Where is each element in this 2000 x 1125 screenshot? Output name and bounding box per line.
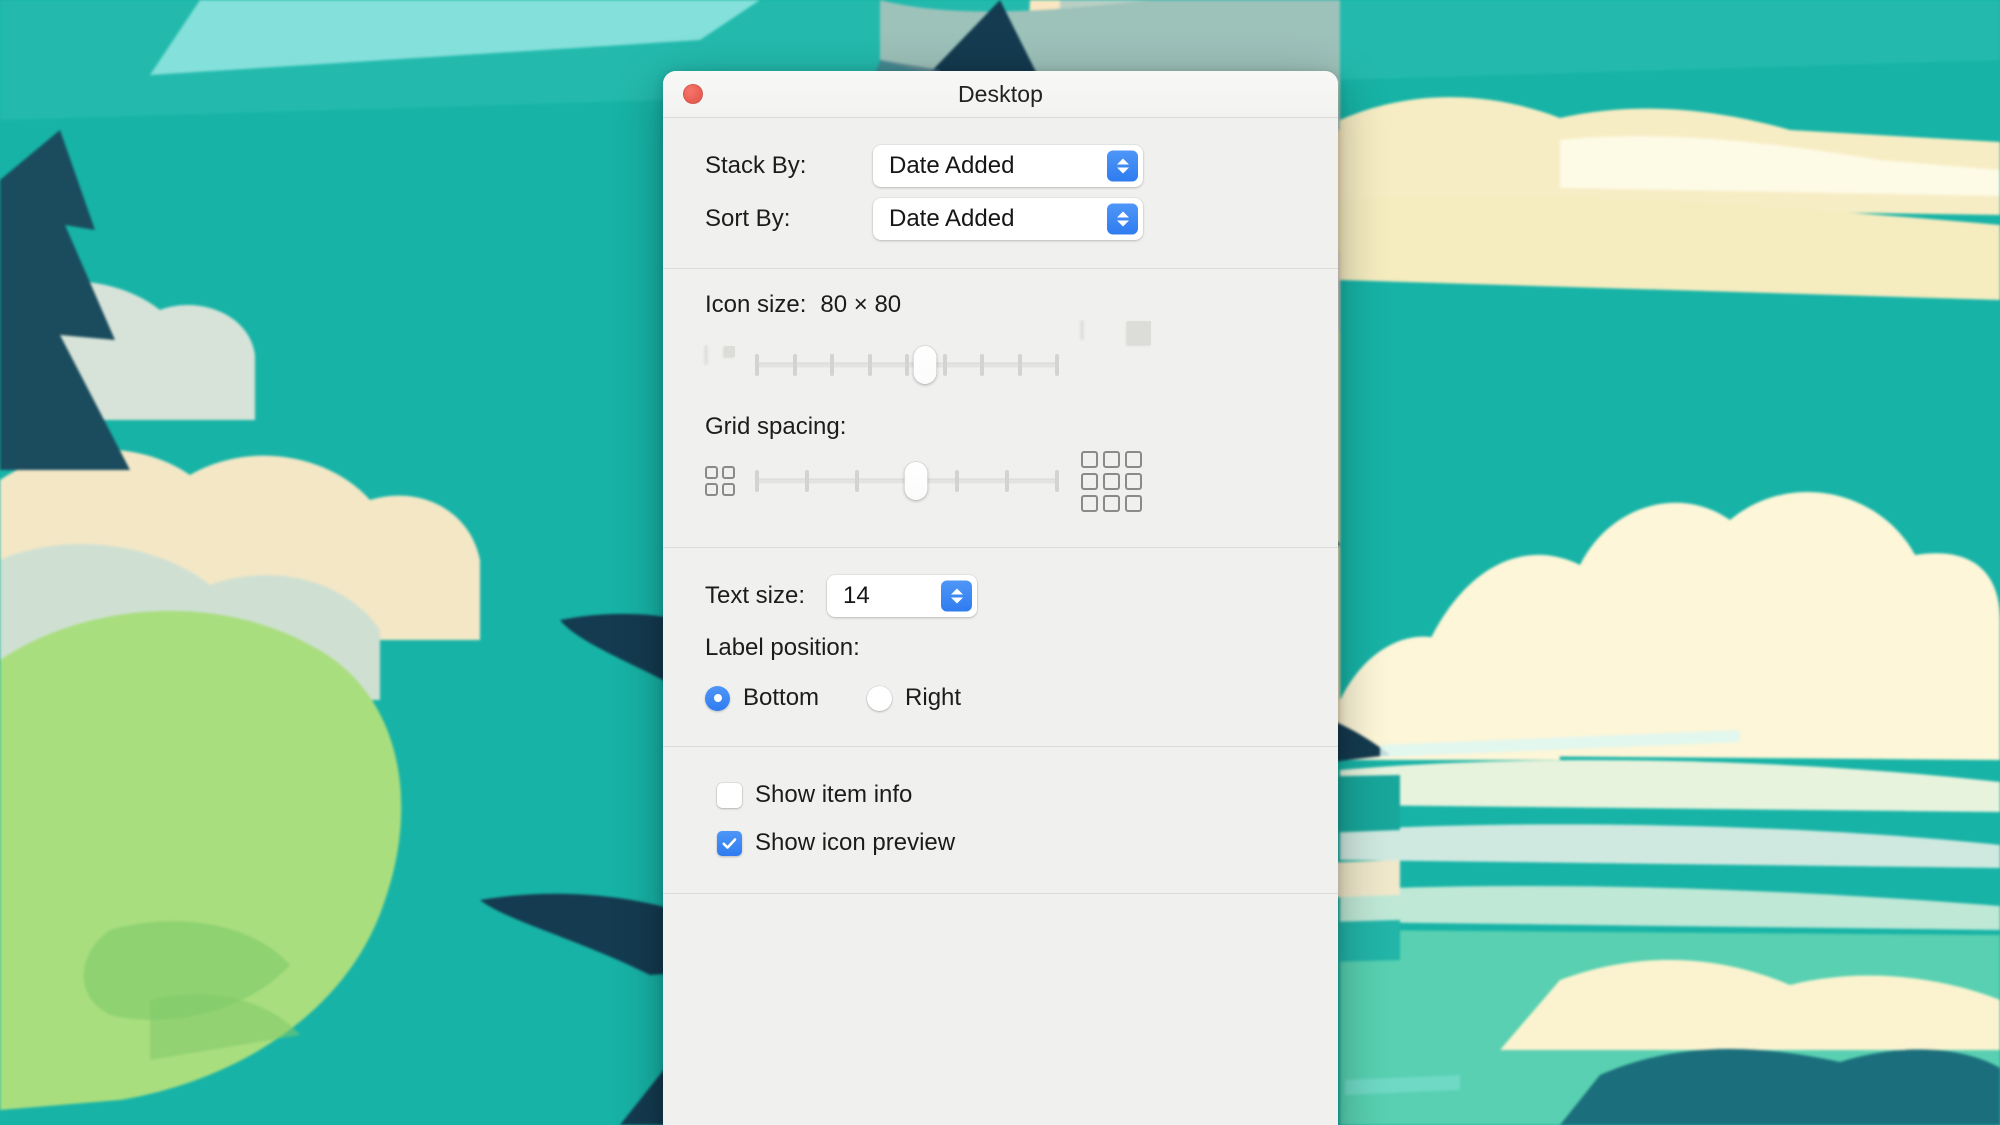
document-fold — [1127, 321, 1151, 345]
chevron-down-icon — [1116, 220, 1129, 227]
text-size-value: 14 — [843, 582, 870, 609]
window-titlebar: Desktop — [663, 71, 1338, 118]
chevron-updown-icon[interactable] — [941, 580, 973, 612]
slider-tick — [1055, 470, 1059, 492]
checkbox-show-icon-preview[interactable] — [717, 830, 742, 856]
slider-tick — [805, 470, 809, 492]
text-size-label: Text size: — [705, 582, 806, 609]
text-size-select[interactable]: 14 — [827, 575, 978, 617]
document-icon-large — [1081, 320, 1151, 409]
slider-tick — [755, 470, 759, 492]
checkmark-icon — [722, 837, 737, 849]
grid-cell — [722, 466, 735, 479]
show-icon-preview-label: Show icon preview — [755, 829, 956, 856]
chevron-up-icon — [1116, 158, 1129, 165]
label-position-label: Label position: — [705, 634, 860, 661]
show-item-info-row[interactable]: Show item info — [717, 771, 1308, 819]
chevron-down-icon — [950, 597, 963, 604]
grid-cell — [705, 483, 718, 496]
show-item-info-label: Show item info — [755, 781, 913, 808]
slider-tick — [942, 354, 947, 376]
chevron-down-icon — [1116, 167, 1129, 174]
grid-cell — [1103, 450, 1120, 468]
slider-tick — [792, 354, 797, 376]
text-section: Text size: 14 Label position: Bottom Rig… — [663, 548, 1338, 746]
show-icon-preview-row[interactable]: Show icon preview — [717, 819, 1308, 867]
sort-by-value: Date Added — [889, 205, 1015, 232]
stack-by-value: Date Added — [889, 152, 1015, 179]
radio-bottom-label: Bottom — [743, 684, 820, 711]
checkbox-show-item-info[interactable] — [717, 782, 742, 808]
stack-by-select[interactable]: Date Added — [873, 145, 1143, 187]
slider-tick — [855, 470, 859, 492]
icon-size-slider[interactable] — [755, 346, 1059, 384]
radio-right[interactable] — [867, 685, 893, 711]
radio-right-label: Right — [905, 684, 962, 711]
slider-tick — [1055, 354, 1059, 376]
grid-cell — [1103, 472, 1120, 490]
stack-by-label: Stack By: — [705, 152, 807, 179]
grid-cell — [1125, 472, 1142, 490]
dialog-empty-area — [663, 894, 1338, 1114]
grid-2x2-icon — [705, 466, 735, 496]
icon-size-slider-thumb[interactable] — [913, 346, 937, 384]
grid-spacing-label: Grid spacing: — [705, 413, 847, 440]
grid-cell — [1081, 450, 1098, 468]
document-page — [1081, 320, 1083, 339]
document-page — [705, 345, 707, 364]
document-icon-small — [705, 345, 735, 384]
icon-size-label: Icon size: — [705, 291, 807, 318]
desktop-view-options-window: Desktop Stack By: Date Added Sort By: Da… — [663, 71, 1338, 1125]
label-position-radio-group: Bottom Right — [705, 674, 1308, 722]
label-position-row: Label position: — [705, 622, 1308, 674]
grid-cell — [1103, 494, 1120, 512]
page-title: Desktop — [957, 80, 1044, 107]
slider-tick — [980, 354, 984, 376]
grid-cell — [705, 466, 718, 479]
sort-section: Stack By: Date Added Sort By: Date Added — [663, 118, 1338, 268]
slider-tick — [867, 354, 872, 376]
grid-cell — [1125, 494, 1142, 512]
grid-spacing-slider-row — [705, 441, 1308, 521]
slider-tick — [1005, 470, 1009, 492]
slider-ticks — [755, 354, 1059, 376]
sort-by-select[interactable]: Date Added — [873, 198, 1143, 240]
icon-size-slider-row — [705, 320, 1308, 409]
slider-tick — [755, 354, 759, 376]
icon-size-value: 80 × 80 — [820, 291, 902, 318]
grid-spacing-label-row: Grid spacing: — [705, 413, 1308, 441]
sort-by-row: Sort By: Date Added — [663, 192, 1338, 246]
slider-tick — [830, 354, 834, 376]
chevron-updown-icon[interactable] — [1107, 150, 1138, 182]
close-icon[interactable] — [683, 84, 703, 104]
slider-tick — [1017, 354, 1022, 376]
grid-cell — [722, 483, 735, 496]
radio-bottom[interactable] — [705, 685, 730, 711]
grid-cell — [1125, 450, 1142, 468]
slider-tick — [905, 354, 909, 376]
options-section: Show item info Show icon preview — [663, 747, 1338, 893]
grid-3x3-icon — [1081, 450, 1142, 512]
chevron-up-icon — [1116, 211, 1129, 218]
sort-by-label: Sort By: — [705, 205, 791, 232]
grid-cell — [1081, 494, 1098, 512]
grid-spacing-slider-thumb[interactable] — [904, 462, 928, 500]
chevron-up-icon — [950, 588, 963, 595]
grid-cell — [1081, 472, 1098, 490]
grid-spacing-slider[interactable] — [755, 462, 1059, 500]
document-fold — [724, 346, 735, 357]
icon-size-label-row: Icon size: 80 × 80 — [705, 291, 1308, 319]
text-size-row: Text size: 14 — [705, 570, 1308, 622]
size-section: Icon size: 80 × 80 Grid spacing: — [663, 269, 1338, 547]
stack-by-row: Stack By: Date Added — [663, 140, 1338, 192]
slider-tick — [955, 470, 959, 492]
chevron-updown-icon[interactable] — [1107, 203, 1138, 235]
